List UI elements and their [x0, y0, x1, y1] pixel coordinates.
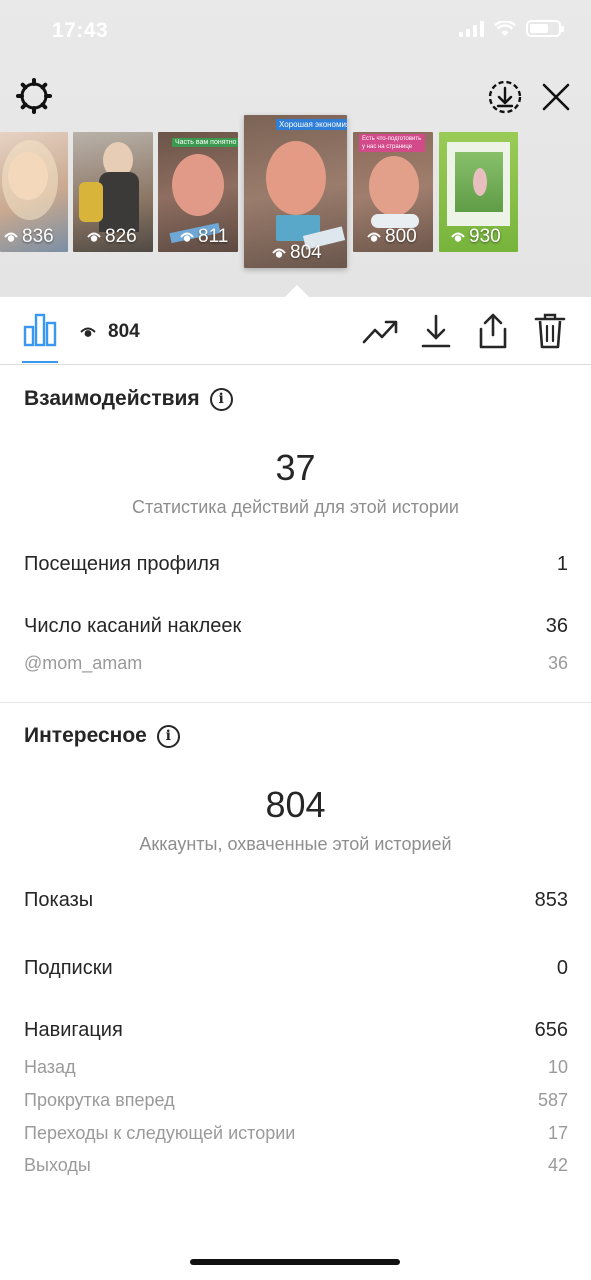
- row-value: 42: [547, 1155, 568, 1175]
- story-image: [266, 141, 326, 215]
- home-indicator[interactable]: [190, 1259, 400, 1265]
- download-icon[interactable]: [416, 311, 456, 351]
- story-view-count: 804: [290, 242, 322, 263]
- info-icon[interactable]: i: [209, 387, 233, 411]
- row-label: Выходы: [24, 1155, 91, 1175]
- section-title: Интересное: [24, 724, 147, 747]
- row-value: 587: [537, 1090, 568, 1110]
- discovery-header: Интересное i: [24, 724, 180, 748]
- nav-back-row: Назад 10: [24, 1057, 568, 1078]
- row-value: 17: [547, 1123, 568, 1143]
- story-views: 836: [4, 226, 54, 248]
- status-icons: [459, 20, 564, 37]
- row-label: Переходы к следующей истории: [24, 1123, 296, 1143]
- row-value: 10: [547, 1057, 568, 1077]
- story-figure-shape: [473, 168, 487, 196]
- row-value: 853: [534, 889, 568, 911]
- save-story-icon[interactable]: [485, 77, 525, 117]
- reach-summary: 804: [80, 321, 140, 343]
- story-thumbnail[interactable]: Часть вам понятно 811: [158, 132, 238, 252]
- story-hair-shape: [2, 140, 58, 220]
- interactions-total: 37: [275, 447, 316, 488]
- story-caption: Хорошая экономия!: [276, 119, 347, 130]
- story-view-count: 826: [105, 226, 137, 247]
- story-view-count: 930: [469, 226, 501, 247]
- story-tray: 17:43 836 826 Часть вам понятно 811 Хоро…: [0, 0, 591, 297]
- navigation-row: Навигация 656: [24, 1019, 568, 1042]
- row-value: 36: [545, 615, 568, 637]
- discovery-total: 804: [265, 784, 326, 825]
- row-label: Число касаний наклеек: [24, 615, 242, 637]
- story-image: [172, 154, 224, 216]
- eye-icon: [4, 232, 18, 242]
- discovery-total-caption: Аккаунты, охваченные этой историей: [139, 834, 452, 854]
- story-view-count: 836: [22, 226, 54, 247]
- promote-trend-icon[interactable]: [360, 311, 400, 351]
- interactions-header: Взаимодействия i: [24, 387, 233, 411]
- sticker-taps-row: Число касаний наклеек 36: [24, 615, 568, 638]
- eye-icon: [451, 232, 465, 242]
- nav-forward-row: Прокрутка вперед 587: [24, 1090, 568, 1111]
- eye-icon: [272, 248, 286, 258]
- battery-icon: [526, 20, 564, 37]
- bar-chart-icon: [23, 313, 57, 347]
- reach-count: 804: [108, 321, 140, 342]
- row-label: Назад: [24, 1057, 76, 1077]
- story-figure-shape: [99, 172, 139, 232]
- interactions-total-caption: Статистика действий для этой истории: [132, 497, 459, 517]
- eye-icon: [367, 232, 381, 242]
- tab-insights[interactable]: [22, 311, 58, 363]
- insights-toolbar: 804: [0, 297, 591, 365]
- row-value: 656: [534, 1019, 568, 1041]
- selected-story-pointer: [285, 285, 309, 297]
- row-value: 0: [556, 957, 568, 979]
- story-thumbnail[interactable]: 930: [439, 132, 518, 252]
- story-thumbnail[interactable]: 826: [73, 132, 153, 252]
- story-view-count: 800: [385, 226, 417, 247]
- eye-icon: [80, 327, 96, 337]
- wifi-icon: [494, 20, 516, 36]
- nav-exits-row: Выходы 42: [24, 1155, 568, 1176]
- status-time: 17:43: [52, 19, 109, 42]
- story-image: [369, 156, 419, 216]
- eye-icon: [180, 232, 194, 242]
- story-thumbnail-selected[interactable]: Хорошая экономия! 804: [244, 115, 347, 268]
- story-caption: Часть вам понятно: [172, 138, 238, 147]
- delete-trash-icon[interactable]: [530, 311, 570, 351]
- story-figure-shape: [79, 182, 103, 222]
- row-value: 1: [556, 553, 568, 575]
- section-divider: [0, 702, 591, 703]
- row-label: Навигация: [24, 1019, 123, 1041]
- row-label: Подписки: [24, 957, 113, 979]
- profile-visits-row: Посещения профиля 1: [24, 553, 568, 576]
- nav-next-story-row: Переходы к следующей истории 17: [24, 1123, 568, 1144]
- section-title: Взаимодействия: [24, 387, 200, 410]
- share-icon[interactable]: [473, 311, 513, 351]
- close-icon[interactable]: [536, 77, 576, 117]
- story-views: 930: [451, 226, 501, 248]
- story-views: 826: [87, 226, 137, 248]
- info-icon[interactable]: i: [156, 724, 180, 748]
- cellular-signal-icon: [459, 20, 484, 37]
- row-label: @mom_amam: [24, 653, 143, 673]
- story-view-count: 811: [198, 226, 229, 247]
- story-thumbnail[interactable]: 836: [0, 132, 68, 252]
- story-views: 811: [180, 226, 228, 248]
- story-views: 800: [367, 226, 417, 248]
- row-value: 36: [547, 653, 568, 673]
- follows-row: Подписки 0: [24, 957, 568, 980]
- story-thumbnail[interactable]: Есть что-подготовить у нас на странице 8…: [353, 132, 433, 252]
- row-label: Показы: [24, 889, 94, 911]
- row-label: Посещения профиля: [24, 553, 220, 575]
- eye-icon: [87, 232, 101, 242]
- row-label: Прокрутка вперед: [24, 1090, 175, 1110]
- story-views: 804: [272, 242, 322, 264]
- sticker-mention-row: @mom_amam 36: [24, 653, 568, 674]
- impressions-row: Показы 853: [24, 889, 568, 912]
- settings-gear-icon[interactable]: [14, 76, 54, 116]
- story-caption: Есть что-подготовить у нас на странице: [359, 134, 425, 152]
